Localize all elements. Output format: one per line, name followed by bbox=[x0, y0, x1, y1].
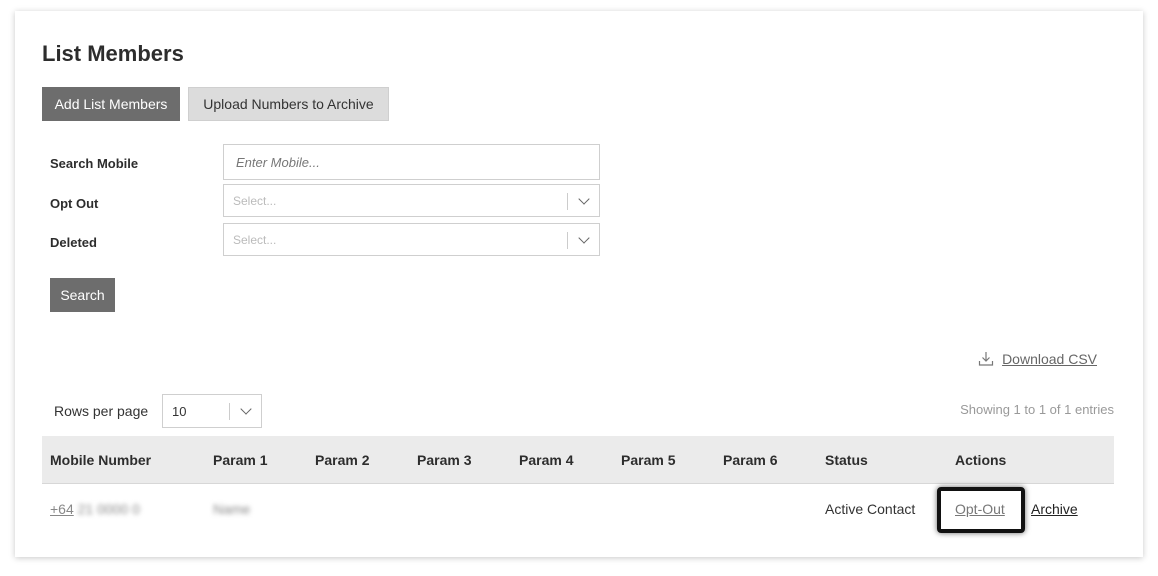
header-status: Status bbox=[825, 452, 868, 468]
select-separator bbox=[567, 193, 568, 210]
header-param-2: Param 2 bbox=[315, 452, 370, 468]
search-mobile-label: Search Mobile bbox=[50, 156, 139, 171]
header-actions: Actions bbox=[955, 452, 1007, 468]
rows-per-page-value: 10 bbox=[172, 404, 187, 419]
add-list-members-button[interactable]: Add List Members bbox=[42, 87, 180, 121]
header-param-3: Param 3 bbox=[417, 452, 472, 468]
select-separator bbox=[567, 232, 568, 249]
mobile-prefix: +64 bbox=[50, 501, 74, 517]
table-row: +64 21 0000 0 Name Active Contact Opt-Ou… bbox=[42, 485, 1114, 533]
header-mobile-number: Mobile Number bbox=[50, 452, 152, 468]
header-param-1: Param 1 bbox=[213, 452, 268, 468]
opt-out-label: Opt Out bbox=[50, 196, 99, 211]
download-csv-label: Download CSV bbox=[1002, 351, 1097, 367]
select-separator bbox=[229, 403, 230, 420]
table-header: Mobile Number Param 1 Param 2 Param 3 Pa… bbox=[42, 436, 1114, 484]
search-button[interactable]: Search bbox=[50, 278, 115, 312]
status-value: Active Contact bbox=[825, 501, 916, 517]
header-param-4: Param 4 bbox=[519, 452, 574, 468]
page-title: List Members bbox=[42, 41, 184, 66]
header-param-5: Param 5 bbox=[621, 452, 676, 468]
param-1-value: Name bbox=[213, 501, 251, 517]
chevron-down-icon bbox=[578, 232, 590, 244]
search-mobile-input[interactable] bbox=[223, 144, 600, 180]
header-param-6: Param 6 bbox=[723, 452, 778, 468]
rows-per-page-label: Rows per page bbox=[54, 403, 149, 419]
rows-per-page-select[interactable]: 10 bbox=[162, 394, 262, 428]
chevron-down-icon bbox=[578, 193, 590, 205]
mobile-redacted: 21 0000 0 bbox=[77, 501, 140, 517]
download-csv-link[interactable]: Download CSV bbox=[978, 351, 1097, 367]
deleted-label: Deleted bbox=[50, 235, 97, 250]
opt-out-select[interactable]: Select... bbox=[223, 184, 600, 217]
archive-link[interactable]: Archive bbox=[1031, 501, 1078, 517]
list-members-card: List Members Add List Members Upload Num… bbox=[15, 11, 1143, 557]
opt-out-placeholder: Select... bbox=[233, 194, 277, 208]
upload-numbers-to-archive-button[interactable]: Upload Numbers to Archive bbox=[188, 87, 389, 121]
deleted-select[interactable]: Select... bbox=[223, 223, 600, 256]
download-icon bbox=[978, 351, 994, 367]
mobile-number-link[interactable]: +64 21 0000 0 bbox=[50, 501, 140, 517]
chevron-down-icon bbox=[240, 403, 252, 415]
deleted-placeholder: Select... bbox=[233, 233, 277, 247]
showing-entries: Showing 1 to 1 of 1 entries bbox=[960, 402, 1114, 417]
opt-out-link[interactable]: Opt-Out bbox=[955, 501, 1005, 517]
